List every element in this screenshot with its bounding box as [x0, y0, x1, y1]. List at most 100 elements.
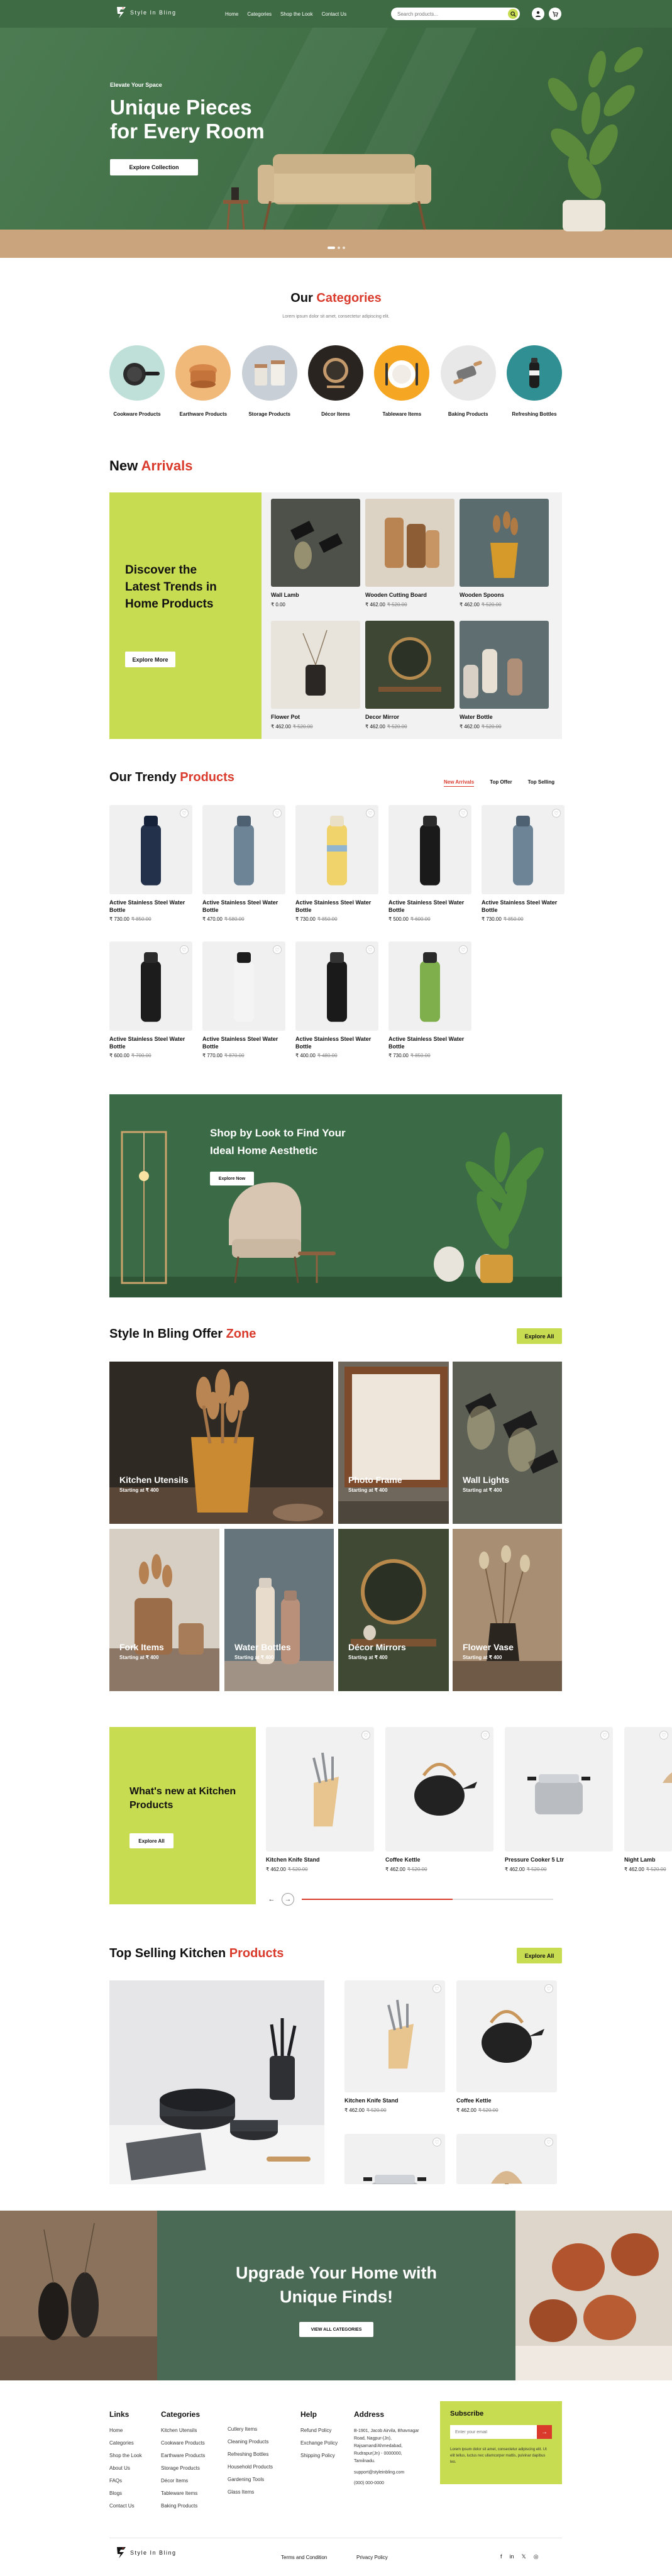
product-card[interactable]: ♡	[344, 2134, 445, 2184]
slider-dot[interactable]	[343, 247, 345, 249]
product-image[interactable]: ♡	[482, 805, 565, 894]
footer-category-link[interactable]: Storage Products	[161, 2465, 205, 2471]
prev-arrow-icon[interactable]: ←	[267, 1894, 277, 1904]
category-item[interactable]: Earthware Products	[175, 345, 231, 418]
product-card[interactable]: Wooden Cutting Board ₹ 462.00 ₹ 520.00	[365, 499, 454, 608]
wishlist-heart-icon[interactable]: ♡	[432, 1984, 441, 1993]
product-image[interactable]: ♡	[388, 941, 471, 1031]
footer-help-link[interactable]: Shipping Policy	[300, 2453, 338, 2458]
wishlist-heart-icon[interactable]: ♡	[180, 945, 189, 954]
product-card[interactable]: ♡ Active Stainless Steel Water Bottle ₹ 77…	[202, 941, 285, 1058]
footer-link[interactable]: About Us	[109, 2465, 142, 2471]
product-card[interactable]: ♡ Active Stainless Steel Water Bottle ₹ 40…	[295, 941, 378, 1058]
footer-link[interactable]: Home	[109, 2428, 142, 2433]
product-card[interactable]: Wall Lamb ₹ 0.00	[271, 499, 360, 608]
product-image[interactable]	[365, 621, 454, 709]
footer-category-link[interactable]: Cutlery Items	[228, 2426, 273, 2432]
footer-category-link[interactable]: Earthware Products	[161, 2453, 205, 2458]
footer-category-link[interactable]: Cleaning Products	[228, 2439, 273, 2445]
user-icon[interactable]	[532, 8, 544, 20]
view-all-categories-button[interactable]: VIEW ALL CATEGORIES	[299, 2322, 373, 2337]
footer-category-link[interactable]: Household Products	[228, 2464, 273, 2470]
product-card[interactable]: ♡ Coffee Kettle ₹ 462.00 ₹ 520.00	[385, 1727, 493, 1872]
nav-contact[interactable]: Contact Us	[322, 11, 347, 17]
explore-now-button[interactable]: Explore Now	[210, 1172, 254, 1185]
product-card[interactable]: ♡ Active Stainless Steel Water Bottle ₹ 73…	[482, 805, 565, 922]
footer-category-link[interactable]: Glass Items	[228, 2489, 273, 2495]
terms-link[interactable]: Terms and Condition	[281, 2555, 327, 2560]
wishlist-heart-icon[interactable]: ♡	[552, 809, 561, 818]
wishlist-heart-icon[interactable]: ♡	[273, 809, 282, 818]
wishlist-heart-icon[interactable]: ♡	[459, 809, 468, 818]
footer-category-link[interactable]: Refreshing Bottles	[228, 2451, 273, 2457]
product-card[interactable]: Decor Mirror ₹ 462.00 ₹ 520.00	[365, 621, 454, 730]
product-image[interactable]: ♡	[109, 941, 192, 1031]
product-image[interactable]	[460, 621, 549, 709]
offer-tile[interactable]: Décor Mirrors Starting at ₹ 400	[338, 1529, 449, 1691]
product-card[interactable]: ♡ Active Stainless Steel Water Bottle ₹ 47…	[202, 805, 285, 922]
footer-link[interactable]: Categories	[109, 2440, 142, 2446]
product-card[interactable]: Flower Pot ₹ 462.00 ₹ 520.00	[271, 621, 360, 730]
product-image[interactable]: ♡	[109, 805, 192, 894]
footer-category-link[interactable]: Tableware Items	[161, 2490, 205, 2496]
product-card[interactable]: ♡ Active Stainless Steel Water Bottle ₹ 73…	[295, 805, 378, 922]
offer-tile[interactable]: Fork Items Starting at ₹ 400	[109, 1529, 219, 1691]
footer-logo[interactable]: Style In Bling	[116, 2546, 177, 2560]
offer-tile[interactable]: Flower Vase Starting at ₹ 400	[453, 1529, 562, 1691]
wishlist-heart-icon[interactable]: ♡	[273, 945, 282, 954]
category-item[interactable]: Cookware Products	[109, 345, 165, 418]
offer-tile[interactable]: Photo Frame Starting at ₹ 400	[338, 1362, 449, 1524]
category-item[interactable]: Refreshing Bottles	[506, 345, 562, 418]
product-image[interactable]: ♡	[505, 1727, 613, 1852]
explore-collection-button[interactable]: Explore Collection	[110, 159, 198, 175]
wishlist-heart-icon[interactable]: ♡	[600, 1731, 609, 1740]
product-card[interactable]: Water Bottle ₹ 462.00 ₹ 520.00	[460, 621, 549, 730]
wishlist-heart-icon[interactable]: ♡	[481, 1731, 490, 1740]
footer-category-link[interactable]: Gardening Tools	[228, 2477, 273, 2482]
offer-tile[interactable]: Kitchen Utensils Starting at ₹ 400	[109, 1362, 333, 1524]
product-card[interactable]: ♡	[456, 2134, 557, 2184]
footer-link[interactable]: Shop the Look	[109, 2453, 142, 2458]
offer-explore-all-button[interactable]: Explore All	[517, 1328, 562, 1344]
wishlist-heart-icon[interactable]: ♡	[366, 809, 375, 818]
x-twitter-icon[interactable]: 𝕏	[522, 2553, 526, 2560]
product-card[interactable]: ♡ Kitchen Knife Stand ₹ 462.00 ₹ 520.00	[344, 1980, 445, 2113]
footer-link[interactable]: FAQs	[109, 2478, 142, 2484]
product-image[interactable]: ♡	[388, 805, 471, 894]
product-card[interactable]: ♡ Active Stainless Steel Water Bottle ₹ 50…	[388, 805, 471, 922]
product-card[interactable]: ♡ Coffee Kettle ₹ 462.00 ₹ 520.00	[456, 1980, 557, 2113]
wishlist-heart-icon[interactable]: ♡	[544, 2138, 553, 2146]
subscribe-email-input[interactable]	[450, 2425, 537, 2439]
product-card[interactable]: ♡ Night Lamb ₹ 462.00 ₹ 520.00	[624, 1727, 672, 1872]
footer-category-link[interactable]: Kitchen Utensils	[161, 2428, 205, 2433]
product-image[interactable]	[365, 499, 454, 587]
email-text[interactable]: support@styleinbling.com	[354, 2470, 423, 2475]
nav-categories[interactable]: Categories	[247, 11, 272, 17]
footer-link[interactable]: Blogs	[109, 2490, 142, 2496]
product-image[interactable]: ♡	[295, 805, 378, 894]
product-card[interactable]: ♡ Active Stainless Steel Water Bottle ₹ 60…	[109, 941, 192, 1058]
footer-help-link[interactable]: Exchange Policy	[300, 2440, 338, 2446]
linkedin-icon[interactable]: in	[510, 2553, 514, 2560]
wishlist-heart-icon[interactable]: ♡	[544, 1984, 553, 1993]
privacy-link[interactable]: Privacy Policy	[356, 2555, 388, 2560]
wishlist-heart-icon[interactable]: ♡	[432, 2138, 441, 2146]
tab-top-selling[interactable]: Top Selling	[528, 779, 555, 787]
nav-home[interactable]: Home	[225, 11, 238, 17]
product-card[interactable]: ♡ Active Stainless Steel Water Bottle ₹ 73…	[109, 805, 192, 922]
wishlist-heart-icon[interactable]: ♡	[659, 1731, 668, 1740]
product-card[interactable]: Wooden Spoons ₹ 462.00 ₹ 520.00	[460, 499, 549, 608]
product-image[interactable]: ♡	[266, 1727, 374, 1852]
product-image[interactable]: ♡	[295, 941, 378, 1031]
explore-more-button[interactable]: Explore More	[125, 652, 175, 667]
category-item[interactable]: Baking Products	[440, 345, 496, 418]
wishlist-heart-icon[interactable]: ♡	[361, 1731, 370, 1740]
product-image[interactable]: ♡	[202, 941, 285, 1031]
product-image[interactable]	[460, 499, 549, 587]
tab-top-offer[interactable]: Top Offer	[490, 779, 512, 787]
nav-shop-the-look[interactable]: Shop the Look	[280, 11, 313, 17]
product-image[interactable]: ♡	[624, 1727, 672, 1852]
tab-new-arrivals[interactable]: New Arrivals	[444, 779, 475, 787]
product-card[interactable]: ♡ Kitchen Knife Stand ₹ 462.00 ₹ 520.00	[266, 1727, 374, 1872]
next-arrow-icon[interactable]: →	[282, 1893, 294, 1906]
